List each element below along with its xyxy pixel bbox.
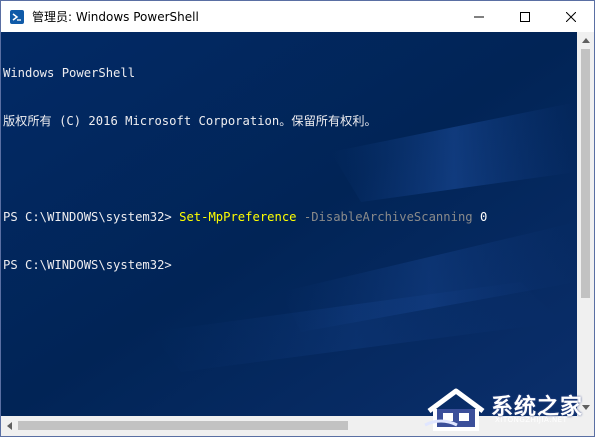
- vertical-scroll-thumb[interactable]: [581, 49, 590, 298]
- watermark-logo: 系统之家 XITONGZHIJIA.NET: [419, 383, 594, 436]
- scroll-left-icon[interactable]: [1, 417, 18, 434]
- window-controls: [456, 1, 594, 32]
- vertical-scrollbar[interactable]: [577, 32, 594, 416]
- scroll-up-icon[interactable]: [577, 32, 594, 49]
- console-area[interactable]: Windows PowerShell 版权所有 (C) 2016 Microso…: [1, 32, 577, 416]
- command-line: PS C:\WINDOWS\system32> Set-MpPreference…: [3, 209, 487, 225]
- maximize-icon: [520, 11, 530, 22]
- parameter-name: -DisableArchiveScanning: [296, 210, 473, 224]
- powershell-icon: [10, 9, 24, 24]
- horizontal-scroll-thumb[interactable]: [18, 421, 348, 430]
- powershell-window: 管理员: Windows PowerShell Windows PowerShe…: [0, 0, 595, 437]
- close-button[interactable]: [548, 1, 594, 32]
- cmdlet-name: Set-MpPreference: [179, 210, 297, 224]
- console-line: 版权所有 (C) 2016 Microsoft Corporation。保留所有…: [3, 114, 377, 128]
- prompt-line: PS C:\WINDOWS\system32>: [3, 258, 172, 272]
- console-line: Windows PowerShell: [3, 66, 136, 80]
- title-bar[interactable]: 管理员: Windows PowerShell: [1, 1, 594, 32]
- house-logo-icon: [424, 388, 485, 431]
- parameter-value: 0: [472, 210, 488, 224]
- prompt: PS C:\WINDOWS\system32>: [3, 210, 180, 224]
- maximize-button[interactable]: [502, 1, 548, 32]
- watermark-subtext: XITONGZHIJIA.NET: [495, 416, 568, 424]
- window-title: 管理员: Windows PowerShell: [32, 10, 199, 24]
- close-icon: [566, 11, 576, 22]
- minimize-button[interactable]: [456, 1, 502, 32]
- minimize-icon: [474, 16, 484, 17]
- console-output: Windows PowerShell 版权所有 (C) 2016 Microso…: [3, 33, 487, 305]
